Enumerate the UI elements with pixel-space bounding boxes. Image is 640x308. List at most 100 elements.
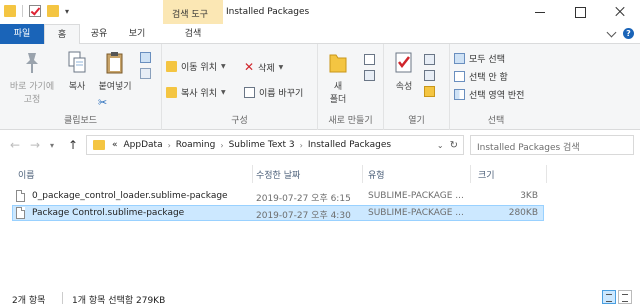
file-icon xyxy=(16,207,25,219)
breadcrumb-separator-icon[interactable]: › xyxy=(300,141,303,150)
divider xyxy=(62,292,63,304)
delete-label: 삭제 xyxy=(258,63,275,74)
address-dropdown-icon[interactable]: ⌄ xyxy=(437,141,444,150)
details-view-icon[interactable] xyxy=(602,290,616,304)
copy-icon xyxy=(68,51,86,73)
column-header-name[interactable]: 이름 xyxy=(18,168,35,181)
copy-label: 복사 xyxy=(68,82,86,92)
pin-to-quick-access-button[interactable]: 바로 가기에 고정 xyxy=(6,50,58,105)
chevron-down-icon[interactable] xyxy=(606,27,617,37)
maximize-button[interactable] xyxy=(560,0,600,24)
ribbon-controls: ? xyxy=(606,27,634,39)
dropdown-arrow-icon: ▼ xyxy=(220,63,226,70)
group-label-clipboard: 클립보드 xyxy=(63,116,98,126)
select-none-button[interactable]: 선택 안 함 xyxy=(454,70,508,83)
move-to-button[interactable]: 이동 위치 ▼ xyxy=(166,60,226,73)
new-folder-button[interactable]: 새 폴더 xyxy=(324,50,352,105)
group-clipboard: 바로 가기에 고정 복사 붙여넣기 ✂ 클립보드 xyxy=(0,44,162,130)
tab-search[interactable]: 검색 xyxy=(163,24,223,44)
breadcrumb-separator-icon[interactable]: › xyxy=(168,141,171,150)
selection-info: 1개 항목 선택함 279KB xyxy=(72,296,166,306)
rename-button[interactable]: 이름 바꾸기 xyxy=(244,86,303,99)
breadcrumb-roaming[interactable]: Roaming xyxy=(176,140,216,150)
tab-home[interactable]: 홈 xyxy=(44,24,80,45)
column-header-type[interactable]: 유형 xyxy=(368,168,385,181)
tab-share[interactable]: 공유 xyxy=(82,24,116,44)
column-header-size[interactable]: 크기 xyxy=(478,168,495,181)
recent-locations-icon[interactable]: ▾ xyxy=(50,141,54,150)
breadcrumb-separator-icon[interactable]: › xyxy=(220,141,223,150)
file-row-selected[interactable]: Package Control.sublime-package 2019-07-… xyxy=(12,205,544,221)
up-arrow-icon[interactable]: ↑ xyxy=(68,138,78,152)
dropdown-arrow-icon: ▼ xyxy=(220,89,226,96)
group-select: 모두 선택 선택 안 함 선택 영역 반전 선택 xyxy=(450,44,542,130)
tab-file[interactable]: 파일 xyxy=(0,24,44,44)
close-button[interactable] xyxy=(600,0,640,24)
paste-button[interactable]: 붙여넣기 xyxy=(94,50,136,92)
select-all-button[interactable]: 모두 선택 xyxy=(454,52,505,65)
search-placeholder: Installed Packages 검색 xyxy=(477,143,580,153)
pin-icon xyxy=(26,53,38,73)
quick-access-toolbar: ▾ xyxy=(4,5,69,17)
invert-selection-button[interactable]: 선택 영역 반전 xyxy=(454,88,524,101)
dropdown-arrow-icon: ▼ xyxy=(278,63,284,71)
breadcrumb-sublime-text-3[interactable]: Sublime Text 3 xyxy=(229,140,295,150)
new-folder-icon[interactable] xyxy=(47,5,59,17)
edit-icon[interactable] xyxy=(424,70,435,81)
file-type: SUBLIME-PACKAGE ... xyxy=(368,191,464,201)
window-title: Installed Packages xyxy=(226,7,310,17)
window-controls xyxy=(520,0,640,24)
delete-x-icon: ✕ xyxy=(244,60,255,74)
forward-arrow-icon[interactable]: → xyxy=(30,138,40,152)
large-icons-view-icon[interactable] xyxy=(618,290,632,304)
copy-button[interactable]: 복사 xyxy=(62,50,92,92)
copy-to-label: 복사 위치 xyxy=(181,89,217,99)
file-date: 2019-07-27 오후 6:15 xyxy=(256,194,351,204)
breadcrumb-installed-packages[interactable]: Installed Packages xyxy=(308,140,391,150)
divider xyxy=(22,5,23,17)
copy-folder-icon xyxy=(166,87,177,98)
breadcrumb-appdata[interactable]: AppData xyxy=(124,140,163,150)
new-item-icon[interactable] xyxy=(364,54,375,65)
folder-icon xyxy=(4,5,16,17)
properties-button[interactable]: 속성 xyxy=(390,50,418,92)
copy-to-button[interactable]: 복사 위치 ▼ xyxy=(166,86,226,99)
column-header-date[interactable]: 수정한 날짜 xyxy=(256,168,300,181)
rename-label: 이름 바꾸기 xyxy=(259,89,304,99)
column-divider[interactable] xyxy=(252,165,253,183)
breadcrumb-overflow[interactable]: « xyxy=(112,140,118,150)
address-bar[interactable]: « AppData › Roaming › Sublime Text 3 › I… xyxy=(86,135,464,155)
column-divider[interactable] xyxy=(362,165,363,183)
customize-toolbar-icon[interactable]: ▾ xyxy=(65,7,69,16)
new-folder-label-line1: 새 xyxy=(333,82,343,92)
search-input[interactable]: Installed Packages 검색 xyxy=(470,135,634,155)
minimize-button[interactable] xyxy=(520,0,560,24)
view-buttons xyxy=(602,290,632,304)
copy-path-icon[interactable] xyxy=(140,52,151,63)
properties-check-icon[interactable] xyxy=(29,5,41,17)
help-icon[interactable]: ? xyxy=(623,28,634,39)
group-label-organize: 구성 xyxy=(231,116,248,126)
cut-icon[interactable]: ✂ xyxy=(98,96,107,109)
file-size: 280KB xyxy=(508,208,538,218)
ribbon-tabs: 파일 홈 공유 보기 검색 ? xyxy=(0,24,640,45)
properties-icon xyxy=(395,52,412,73)
new-folder-label-line2: 폴더 xyxy=(329,95,347,105)
navigation-bar: ← → ▾ ↑ « AppData › Roaming › Sublime Te… xyxy=(0,131,640,159)
history-icon[interactable] xyxy=(424,86,435,97)
paste-shortcut-icon[interactable] xyxy=(140,68,151,79)
file-row[interactable]: 0_package_control_loader.sublime-package… xyxy=(12,188,544,204)
tab-view[interactable]: 보기 xyxy=(120,24,154,44)
file-name: Package Control.sublime-package xyxy=(32,208,185,218)
title-bar: ▾ 검색 도구 Installed Packages xyxy=(0,0,640,24)
select-none-icon xyxy=(454,71,465,82)
refresh-icon[interactable]: ↻ xyxy=(450,140,458,151)
invert-selection-icon xyxy=(454,89,465,100)
file-list: 이름 수정한 날짜 유형 크기 0_package_control_loader… xyxy=(0,159,640,287)
delete-button[interactable]: ✕ 삭제 ▼ xyxy=(244,60,283,74)
column-divider[interactable] xyxy=(470,165,471,183)
easy-access-icon[interactable] xyxy=(364,70,375,81)
back-arrow-icon[interactable]: ← xyxy=(10,138,20,152)
column-divider[interactable] xyxy=(546,165,547,183)
open-icon[interactable] xyxy=(424,54,435,65)
